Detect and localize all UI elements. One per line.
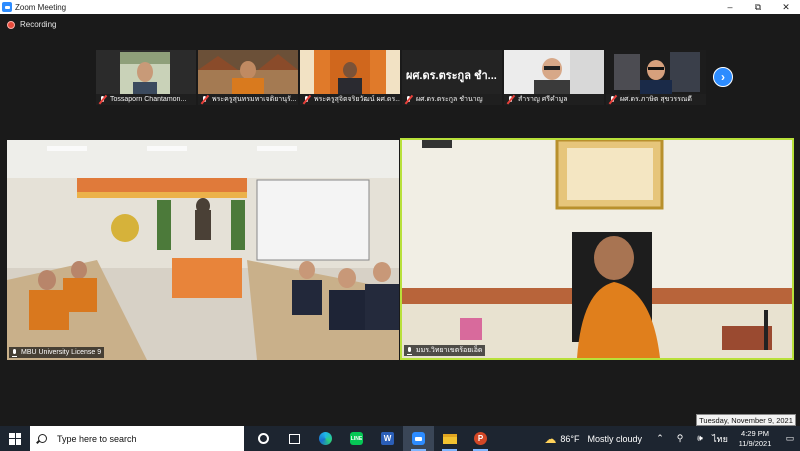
- title-bar: Zoom Meeting – ⧉ ✕: [0, 0, 800, 14]
- word-icon[interactable]: W: [372, 426, 403, 451]
- clock-date: 11/9/2021: [738, 438, 772, 448]
- weather-temperature[interactable]: 86°F: [560, 434, 579, 444]
- windows-logo-icon: [9, 432, 21, 445]
- task-view-icon[interactable]: [279, 426, 310, 451]
- participant-video: [198, 50, 298, 94]
- powerpoint-icon[interactable]: P: [465, 426, 496, 451]
- recording-dot-icon: [7, 20, 15, 29]
- participant-video: [606, 50, 706, 94]
- clock-time: 4:29 PM: [741, 428, 769, 438]
- participant-thumbnail[interactable]: พระครูสุนทรมหาเจติยานุรั...: [198, 50, 298, 105]
- participant-name: พระครูสุนทรมหาเจติยานุรั...: [212, 96, 297, 103]
- mic-muted-icon: [404, 95, 413, 104]
- mic-muted-icon: [608, 95, 617, 104]
- participant-video: [300, 50, 400, 94]
- participant-name: MBU University License 9: [21, 349, 102, 356]
- zoom-meeting-window: Zoom Meeting – ⧉ ✕ Recording Tossaporn C…: [0, 0, 800, 451]
- participant-name: ผศ.ดร.ตระกูล ชำนาญ: [416, 96, 483, 103]
- weather-condition[interactable]: Mostly cloudy: [587, 434, 642, 444]
- search-placeholder: Type here to search: [57, 433, 137, 444]
- participant-name: มมร.วิทยาเขตร้อยเอ็ด: [416, 347, 483, 354]
- taskbar-search-box[interactable]: Type here to search: [30, 426, 244, 451]
- pinned-apps: LINE W P: [248, 426, 496, 451]
- participant-name: สำราญ ศรีคำมูล: [518, 96, 568, 103]
- volume-icon[interactable]: 🕪: [690, 426, 710, 451]
- system-tray: ☁ 86°F Mostly cloudy ⌃ ⚲ 🕪 ไทย 4:29 PM 1…: [544, 426, 800, 451]
- participant-strip: Tossaporn Chantamon... พระครูสุนทรมหาเจต…: [96, 50, 706, 105]
- participant-video: [504, 50, 604, 94]
- participant-thumbnail[interactable]: สำราญ ศรีคำมูล: [504, 50, 604, 105]
- start-button[interactable]: [0, 426, 30, 451]
- participant-name: ผศ.ดร.ภาษิต สุขวรรณดี: [620, 96, 692, 103]
- next-page-button[interactable]: ›: [713, 67, 733, 87]
- cortana-icon[interactable]: [248, 426, 279, 451]
- participant-display-name: ผศ.ดร.ตระกูล ชำ...: [406, 70, 497, 82]
- participant-thumbnail[interactable]: พระครูสุจิตจริยวัฒน์ ผศ.ดร...: [300, 50, 400, 105]
- minimize-button[interactable]: –: [716, 0, 744, 14]
- search-icon: [38, 434, 47, 443]
- participant-thumbnail[interactable]: ผศ.ดร.ตระกูล ชำ... ผศ.ดร.ตระกูล ชำนาญ: [402, 50, 502, 105]
- chevron-right-icon: ›: [721, 70, 725, 84]
- video-tile-label: MBU University License 9: [9, 347, 105, 358]
- speaker-video: [402, 140, 792, 358]
- window-controls: – ⧉ ✕: [716, 0, 800, 14]
- window-title: Zoom Meeting: [15, 2, 67, 12]
- participant-name: Tossaporn Chantamon...: [110, 96, 187, 103]
- mic-muted-icon: [302, 95, 311, 104]
- zoom-icon[interactable]: [403, 426, 434, 451]
- line-icon[interactable]: LINE: [341, 426, 372, 451]
- microphone-icon: [406, 346, 413, 355]
- mic-muted-icon: [506, 95, 515, 104]
- date-tooltip: Tuesday, November 9, 2021: [696, 414, 796, 426]
- participant-video: [96, 50, 196, 94]
- participant-name: พระครูสุจิตจริยวัฒน์ ผศ.ดร...: [314, 96, 400, 103]
- microphone-icon: [11, 348, 18, 357]
- cloud-icon: ☁: [544, 431, 557, 446]
- video-tile-label: มมร.วิทยาเขตร้อยเอ็ด: [404, 345, 486, 356]
- main-video-tile-active-speaker[interactable]: มมร.วิทยาเขตร้อยเอ็ด: [400, 138, 794, 360]
- conference-room-video: [7, 140, 399, 360]
- mic-muted-icon: [200, 95, 209, 104]
- participant-thumbnail[interactable]: Tossaporn Chantamon...: [96, 50, 196, 105]
- input-language[interactable]: ไทย: [710, 426, 730, 451]
- taskbar-clock[interactable]: 4:29 PM 11/9/2021: [732, 429, 778, 449]
- taskbar: Type here to search LINE W P ☁ 86°F Most…: [0, 426, 800, 451]
- participant-thumbnail[interactable]: ผศ.ดร.ภาษิต สุขวรรณดี: [606, 50, 706, 105]
- notifications-icon[interactable]: ▭: [780, 426, 800, 451]
- edge-icon[interactable]: [310, 426, 341, 451]
- main-video-tile-left[interactable]: MBU University License 9: [7, 140, 399, 360]
- mic-muted-icon: [98, 95, 107, 104]
- chevron-up-icon[interactable]: ⌃: [650, 426, 670, 451]
- maximize-button[interactable]: ⧉: [744, 0, 772, 14]
- close-button[interactable]: ✕: [772, 0, 800, 14]
- network-icon[interactable]: ⚲: [670, 426, 690, 451]
- file-explorer-icon[interactable]: [434, 426, 465, 451]
- recording-label: Recording: [20, 20, 57, 29]
- recording-indicator[interactable]: Recording: [7, 20, 56, 29]
- zoom-app-icon: [2, 2, 12, 12]
